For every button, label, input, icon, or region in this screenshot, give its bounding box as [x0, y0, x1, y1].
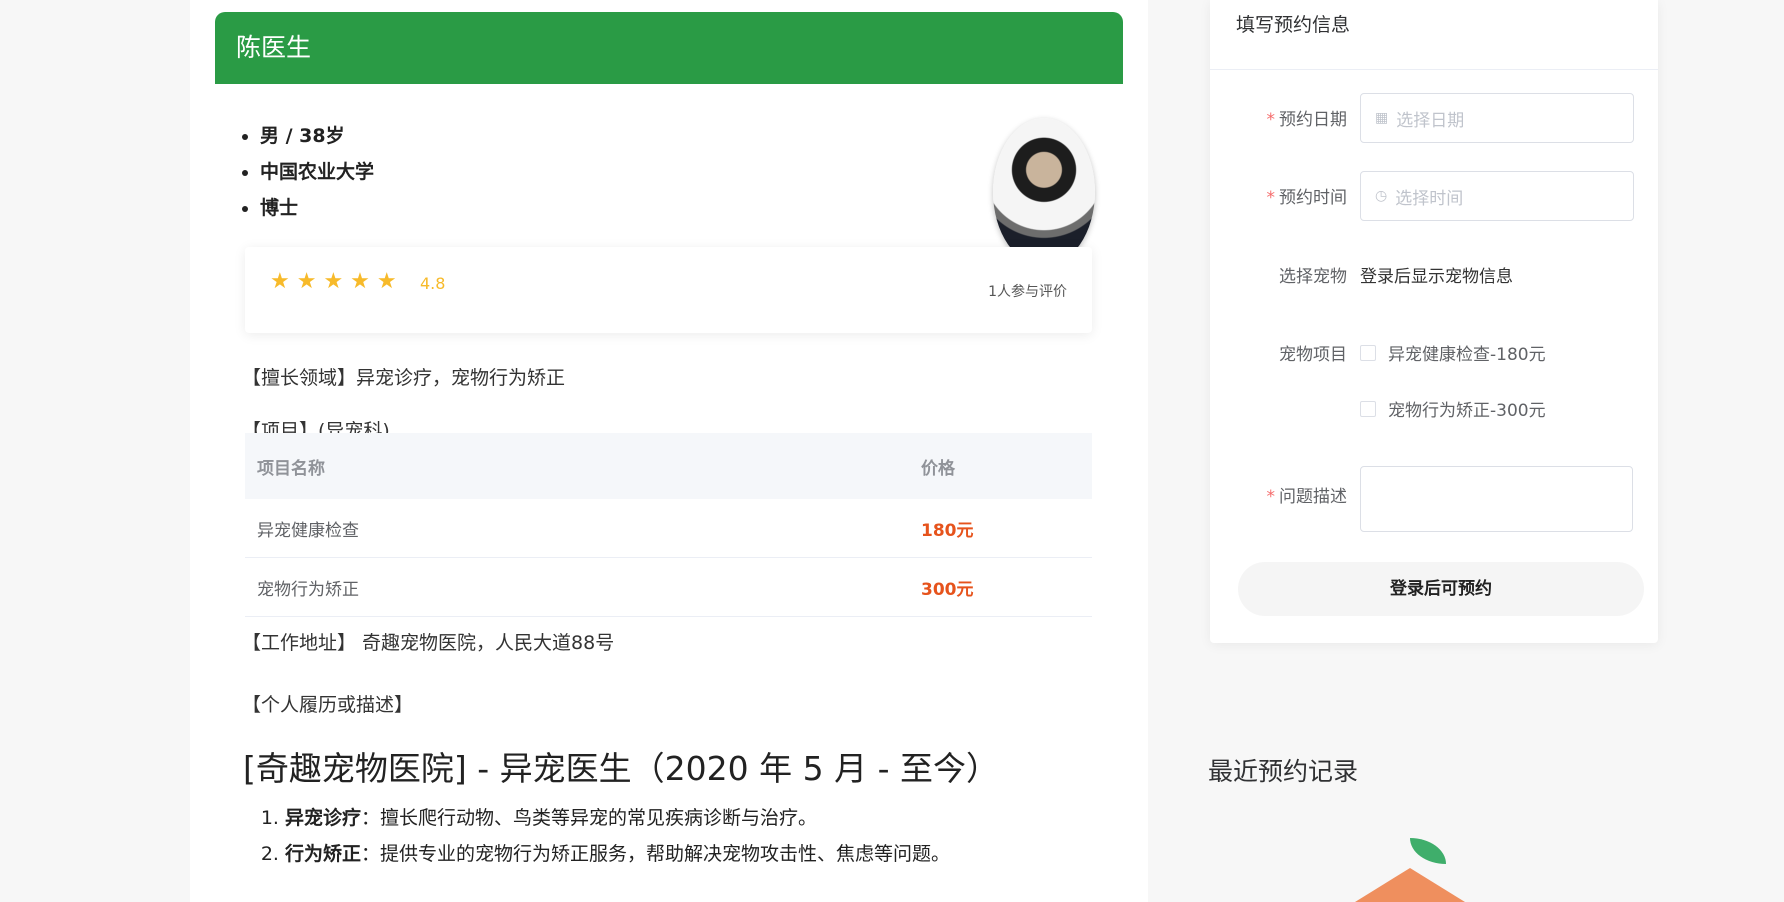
- time-label: * 预约时间: [1266, 188, 1348, 208]
- resume-list: 异宠诊疗：擅长爬行动物、鸟类等异宠的常见疾病诊断与治疗。 行为矫正：提供专业的宠…: [263, 800, 950, 872]
- doctor-attributes: 男 / 38岁 中国农业大学 博士: [240, 118, 374, 226]
- description-textarea[interactable]: [1360, 466, 1633, 532]
- date-placeholder: 选择日期: [1396, 110, 1465, 131]
- doctor-name-header: 陈医生: [215, 12, 1123, 84]
- project-price: 300元: [921, 579, 974, 600]
- project-option-label: 异宠健康检查-180元: [1388, 345, 1546, 365]
- project-checkbox-2[interactable]: 宠物行为矫正-300元: [1360, 396, 1546, 421]
- checkbox-icon[interactable]: [1360, 400, 1376, 417]
- rating-panel: ★★★★★ 4.8 1人参与评价: [245, 247, 1092, 333]
- project-label: 宠物项目: [1279, 345, 1347, 365]
- list-item: 行为矫正：提供专业的宠物行为矫正服务，帮助解决宠物攻击性、焦虑等问题。: [285, 836, 950, 872]
- login-to-book-button[interactable]: 登录后可预约: [1238, 562, 1644, 616]
- checkbox-icon[interactable]: [1360, 344, 1376, 361]
- project-name: 异宠健康检查: [257, 520, 359, 541]
- col-price-header: 价格: [921, 458, 955, 479]
- rating-score: 4.8: [420, 274, 446, 293]
- table-row: 异宠健康检查 180元: [245, 499, 1092, 558]
- resume-item-text: ：提供专业的宠物行为矫正服务，帮助解决宠物攻击性、焦虑等问题。: [361, 843, 951, 865]
- col-name-header: 项目名称: [257, 458, 325, 479]
- doctor-attr-degree: 博士: [260, 190, 374, 226]
- list-item: 异宠诊疗：擅长爬行动物、鸟类等异宠的常见疾病诊断与治疗。: [285, 800, 950, 836]
- project-name: 宠物行为矫正: [257, 579, 359, 600]
- project-option-label: 宠物行为矫正-300元: [1388, 401, 1546, 421]
- resume-item-label: 行为矫正: [285, 843, 362, 865]
- pet-value: 登录后显示宠物信息: [1360, 267, 1513, 287]
- time-picker-input[interactable]: ◷ 选择时间: [1360, 171, 1634, 221]
- empty-state-illustration: [1355, 868, 1465, 902]
- calendar-icon: ▦: [1375, 110, 1389, 126]
- projects-table: 项目名称 价格 异宠健康检查 180元 宠物行为矫正 300元: [245, 433, 1092, 617]
- rating-count: 1人参与评价: [988, 284, 1067, 300]
- table-row: 宠物行为矫正 300元: [245, 558, 1092, 617]
- resume-title: [奇趣宠物医院] - 异宠医生（2020 年 5 月 - 至今）: [243, 749, 999, 788]
- resume-heading: 【个人履历或描述】: [242, 694, 414, 716]
- pet-label: 选择宠物: [1279, 267, 1347, 287]
- doctor-attr-school: 中国农业大学: [260, 154, 374, 190]
- date-label: * 预约日期: [1266, 110, 1348, 130]
- doctor-detail-card: 陈医生 男 / 38岁 中国农业大学 博士 ★★★★★ 4.8 1人参与评价 【…: [190, 0, 1148, 902]
- leaf-icon: [1410, 838, 1446, 864]
- project-price: 180元: [921, 520, 974, 541]
- appointment-form-card: 填写预约信息 * 预约日期 ▦ 选择日期 * 预约时间 ◷ 选择时间 选择宠物 登录…: [1210, 0, 1658, 643]
- desc-label: * 问题描述: [1266, 487, 1348, 507]
- doctor-attr-gender-age: 男 / 38岁: [260, 118, 374, 154]
- resume-item-label: 异宠诊疗: [285, 807, 362, 829]
- table-header: 项目名称 价格: [245, 433, 1092, 499]
- time-placeholder: 选择时间: [1395, 188, 1464, 209]
- specialty-text: 【擅长领域】异宠诊疗，宠物行为矫正: [242, 367, 566, 389]
- clock-icon: ◷: [1375, 188, 1388, 204]
- resume-item-text: ：擅长爬行动物、鸟类等异宠的常见疾病诊断与治疗。: [361, 807, 818, 829]
- doctor-avatar: [993, 118, 1095, 266]
- address-text: 【工作地址】 奇趣宠物医院，人民大道88号: [242, 632, 615, 654]
- rating-stars-icon[interactable]: ★★★★★: [270, 269, 404, 294]
- date-picker-input[interactable]: ▦ 选择日期: [1360, 93, 1634, 143]
- project-checkbox-1[interactable]: 异宠健康检查-180元: [1360, 340, 1546, 365]
- form-title: 填写预约信息: [1210, 0, 1658, 70]
- recent-bookings-title: 最近预约记录: [1208, 757, 1359, 786]
